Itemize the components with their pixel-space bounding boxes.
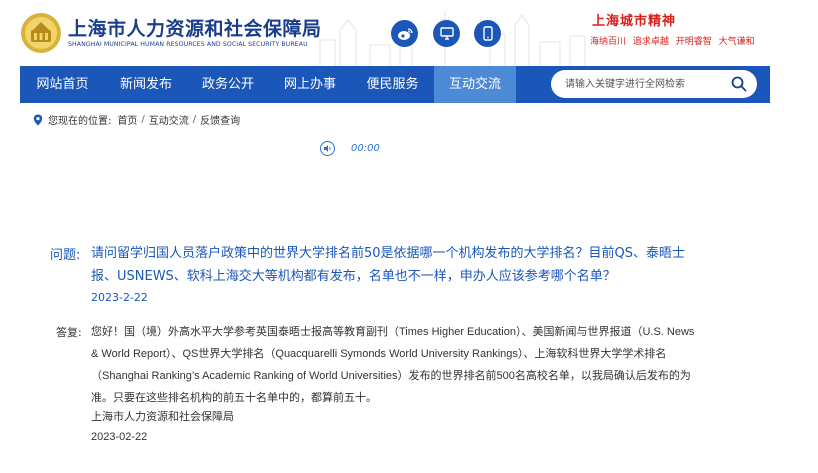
city-spirit-phrase: 追求卓越 <box>632 37 669 47</box>
breadcrumb-separator: / <box>192 114 197 125</box>
mobile-icon <box>482 26 493 41</box>
breadcrumb-separator: / <box>141 114 145 125</box>
breadcrumb-prefix: 您现在的位置: <box>48 116 112 127</box>
nav-item-online-services[interactable]: 网上办事 <box>269 66 351 103</box>
breadcrumb-home[interactable]: 首页 <box>117 112 137 127</box>
weibo-icon <box>397 27 413 40</box>
city-spirit-phrase: 大气谦和 <box>718 37 755 47</box>
breadcrumb-feedback-query[interactable]: 反馈查询 <box>200 112 240 127</box>
city-spirit-phrase: 海纳百川 <box>590 37 627 47</box>
breadcrumb-interaction[interactable]: 互动交流 <box>149 112 189 127</box>
nav-item-interaction[interactable]: 互动交流 <box>434 66 516 103</box>
question-text: 请问留学归国人员落户政策中的世界大学排名前50是依据哪一个机构发布的大学排名？目… <box>91 246 686 284</box>
nav-item-convenience-services[interactable]: 便民服务 <box>351 66 434 103</box>
bureau-emblem-icon <box>21 13 61 53</box>
audio-play-button[interactable] <box>320 141 335 156</box>
site-title[interactable]: 上海市人力资源和社会保障局 <box>68 14 322 41</box>
desktop-icon <box>439 27 454 40</box>
search-input[interactable] <box>565 74 725 94</box>
question-label: 问题: <box>50 248 81 263</box>
question-date: 2023-2-22 <box>91 291 148 304</box>
page: 上海市人力资源和社会保障局 SHANGHAI MUNICIPAL HUMAN R… <box>0 0 818 473</box>
site-subtitle: SHANGHAI MUNICIPAL HUMAN RESOURCES AND S… <box>68 41 308 48</box>
speaker-icon <box>324 145 331 152</box>
city-spirit-phrase: 开明睿智 <box>675 37 712 47</box>
nav-item-news[interactable]: 新闻发布 <box>105 66 187 103</box>
answer-organization: 上海市人力资源和社会保障局 <box>91 410 234 423</box>
location-pin-icon <box>33 114 43 125</box>
audio-player: 00:00 <box>320 141 380 156</box>
nav-item-home[interactable]: 网站首页 <box>20 66 105 103</box>
site-header: 上海市人力资源和社会保障局 SHANGHAI MUNICIPAL HUMAN R… <box>0 0 818 66</box>
audio-time: 00:00 <box>351 143 380 154</box>
city-spirit-title: 上海城市精神 <box>592 14 677 29</box>
mobile-link[interactable] <box>474 20 501 47</box>
answer-label: 答复: <box>56 326 82 339</box>
answer-date: 2023-02-22 <box>91 431 148 443</box>
answer-text: 您好！国（境）外高水平大学参考英国泰晤士报高等教育副刊（Times Higher… <box>91 326 695 404</box>
search-box <box>551 70 757 98</box>
city-spirit-phrases: 海纳百川 追求卓越 开明睿智 大气谦和 <box>590 34 755 47</box>
search-icon[interactable] <box>731 76 747 92</box>
breadcrumb: 您现在的位置: 首页 / 互动交流 / 反馈查询 <box>33 112 240 127</box>
weibo-link[interactable] <box>391 20 418 47</box>
main-nav: 网站首页 新闻发布 政务公开 网上办事 便民服务 互动交流 <box>20 66 770 103</box>
nav-item-government-affairs[interactable]: 政务公开 <box>187 66 269 103</box>
desktop-link[interactable] <box>433 20 460 47</box>
